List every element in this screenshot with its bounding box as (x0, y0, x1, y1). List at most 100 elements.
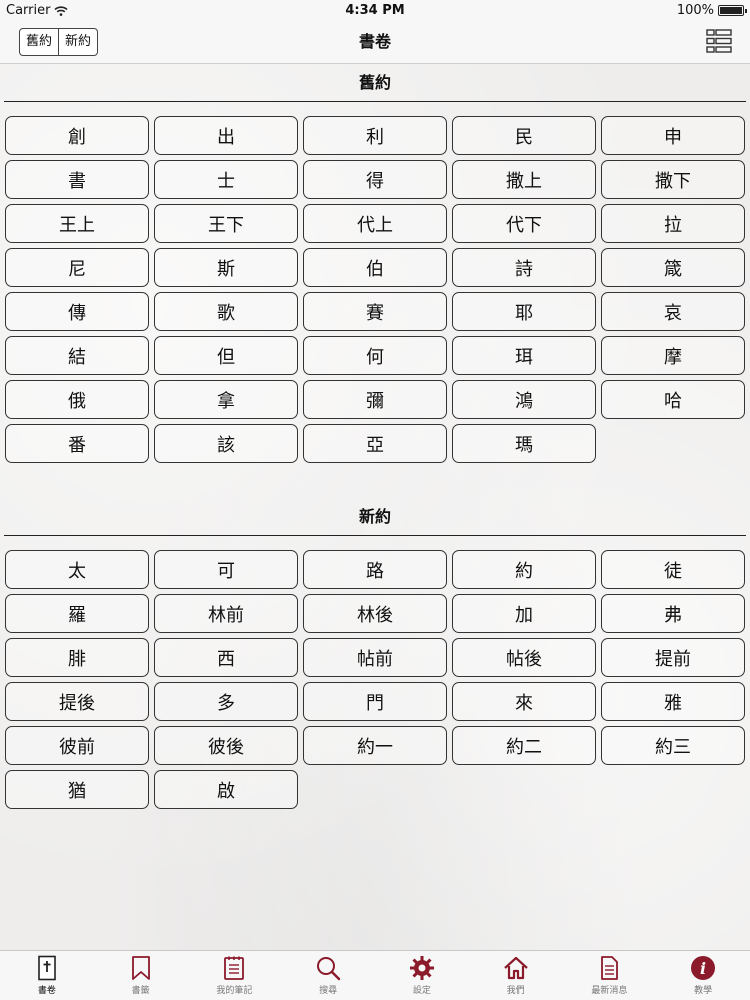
new-testament-book-button[interactable]: 提前 (601, 638, 745, 677)
old-testament-book-button[interactable]: 代下 (452, 204, 596, 243)
old-testament-book-button[interactable]: 彌 (303, 380, 447, 419)
new-testament-book-button[interactable]: 加 (452, 594, 596, 633)
old-testament-book-button[interactable]: 賽 (303, 292, 447, 331)
old-testament-book-button[interactable]: 詩 (452, 248, 596, 287)
old-testament-book-button[interactable]: 但 (154, 336, 298, 375)
old-testament-book-button[interactable]: 箴 (601, 248, 745, 287)
old-testament-book-button[interactable]: 斯 (154, 248, 298, 287)
tab-settings[interactable]: 設定 (375, 951, 469, 1000)
old-testament-book-button[interactable]: 珥 (452, 336, 596, 375)
old-testament-book-button[interactable]: 摩 (601, 336, 745, 375)
old-testament-book-button[interactable]: 申 (601, 116, 745, 155)
old-testament-book-button[interactable]: 士 (154, 160, 298, 199)
new-testament-book-button[interactable]: 腓 (5, 638, 149, 677)
old-testament-header: 舊約 (4, 64, 746, 102)
new-testament-book-button[interactable]: 啟 (154, 770, 298, 809)
old-testament-book-button[interactable]: 亞 (303, 424, 447, 463)
old-testament-book-button[interactable]: 鴻 (452, 380, 596, 419)
bible-book-icon (38, 955, 56, 981)
tab-tutorial[interactable]: i 教學 (656, 951, 750, 1000)
old-testament-book-button[interactable]: 歌 (154, 292, 298, 331)
tab-label-books: 書卷 (37, 986, 56, 996)
status-bar: Carrier 4:34 PM 100% (0, 0, 750, 22)
new-testament-book-button[interactable]: 路 (303, 550, 447, 589)
old-testament-book-button[interactable]: 瑪 (452, 424, 596, 463)
new-testament-book-button[interactable]: 徒 (601, 550, 745, 589)
old-testament-grid: 創出利民申書士得撒上 撒下王上 王下 代上 代下拉尼斯伯詩箴傳歌賽耶哀結但何珥摩俄拿彌鴻… (0, 102, 750, 463)
new-testament-book-button[interactable]: 約 (452, 550, 596, 589)
old-testament-book-button[interactable]: 書 (5, 160, 149, 199)
new-testament-book-button[interactable]: 提後 (5, 682, 149, 721)
tab-news[interactable]: 最新消息 (563, 951, 657, 1000)
old-testament-book-button[interactable]: 利 (303, 116, 447, 155)
new-testament-book-button[interactable]: 太 (5, 550, 149, 589)
old-testament-book-button[interactable]: 撒上 (452, 160, 596, 199)
new-testament-book-button[interactable]: 雅 (601, 682, 745, 721)
new-testament-section: 新約 太可路約徒羅林前 林後加弗腓西帖前 帖後 提前 提後多門來雅彼前 彼後 約一 約二 約三猶… (0, 498, 750, 809)
home-icon (503, 956, 528, 980)
new-testament-book-button[interactable]: 彼前 (5, 726, 149, 765)
new-testament-book-button[interactable]: 帖後 (452, 638, 596, 677)
old-testament-book-button[interactable]: 結 (5, 336, 149, 375)
book-list-content: 舊約 創出利民申書士得撒上 撒下王上 王下 代上 代下拉尼斯伯詩箴傳歌賽耶哀結但何珥摩俄… (0, 64, 750, 809)
tab-label-search: 搜尋 (319, 986, 338, 996)
old-testament-book-button[interactable]: 番 (5, 424, 149, 463)
new-testament-book-button[interactable]: 來 (452, 682, 596, 721)
new-testament-book-button[interactable]: 林前 (154, 594, 298, 633)
old-testament-section: 舊約 創出利民申書士得撒上 撒下王上 王下 代上 代下拉尼斯伯詩箴傳歌賽耶哀結但何珥摩俄… (0, 64, 750, 474)
info-icon: i (691, 956, 716, 980)
search-icon (317, 957, 341, 981)
new-testament-book-button[interactable]: 約二 (452, 726, 596, 765)
new-testament-book-button[interactable]: 彼後 (154, 726, 298, 765)
bookmark-icon (131, 956, 150, 980)
old-testament-book-button[interactable]: 伯 (303, 248, 447, 287)
old-testament-book-button[interactable]: 民 (452, 116, 596, 155)
list-view-icon[interactable] (706, 28, 732, 54)
new-testament-book-button[interactable]: 多 (154, 682, 298, 721)
old-testament-book-button[interactable]: 出 (154, 116, 298, 155)
new-testament-book-button[interactable]: 西 (154, 638, 298, 677)
old-testament-book-button[interactable]: 哈 (601, 380, 745, 419)
battery-icon (718, 5, 747, 16)
new-testament-book-button[interactable]: 羅 (5, 594, 149, 633)
old-testament-book-button[interactable]: 撒下 (601, 160, 745, 199)
old-testament-book-button[interactable]: 王下 (154, 204, 298, 243)
old-testament-book-button[interactable]: 該 (154, 424, 298, 463)
tab-search[interactable]: 搜尋 (281, 951, 375, 1000)
new-testament-book-button[interactable]: 弗 (601, 594, 745, 633)
page-title: 書卷 (358, 32, 391, 51)
status-time: 4:34 PM (345, 3, 405, 18)
old-testament-book-button[interactable]: 拉 (601, 204, 745, 243)
old-testament-book-button[interactable]: 王上 (5, 204, 149, 243)
gear-icon (409, 956, 434, 980)
tab-about-us[interactable]: 我們 (469, 951, 563, 1000)
tab-books[interactable]: 書卷 (0, 951, 94, 1000)
old-testament-book-button[interactable]: 俄 (5, 380, 149, 419)
old-testament-book-button[interactable]: 得 (303, 160, 447, 199)
new-testament-book-button[interactable]: 帖前 (303, 638, 447, 677)
new-testament-book-button[interactable]: 可 (154, 550, 298, 589)
new-testament-grid: 太可路約徒羅林前 林後加弗腓西帖前 帖後 提前提後多門來雅彼前 彼後 約一 約二 約三猶啟 (0, 536, 750, 809)
old-testament-book-button[interactable]: 拿 (154, 380, 298, 419)
new-testament-book-button[interactable]: 約三 (601, 726, 745, 765)
new-testament-book-button[interactable]: 門 (303, 682, 447, 721)
document-icon (601, 956, 619, 980)
new-testament-book-button[interactable]: 猶 (5, 770, 149, 809)
new-testament-book-button[interactable]: 林後 (303, 594, 447, 633)
tab-bookmarks[interactable]: 書籤 (94, 951, 188, 1000)
old-testament-book-button[interactable]: 耶 (452, 292, 596, 331)
tab-label-news: 最新消息 (591, 986, 628, 996)
tab-label-settings: 設定 (412, 986, 431, 996)
old-testament-book-button[interactable]: 哀 (601, 292, 745, 331)
new-testament-book-button[interactable]: 約一 (303, 726, 447, 765)
old-testament-book-button[interactable]: 創 (5, 116, 149, 155)
old-testament-book-button[interactable]: 尼 (5, 248, 149, 287)
old-testament-book-button[interactable]: 何 (303, 336, 447, 375)
old-testament-book-button[interactable]: 代上 (303, 204, 447, 243)
tab-bar: 書卷 書籤 我的筆記 搜尋 設定 我們 最新消息 i 教學 (0, 950, 750, 1000)
old-testament-book-button[interactable]: 傳 (5, 292, 149, 331)
tab-label-about-us: 我們 (506, 986, 525, 996)
tab-notes[interactable]: 我的筆記 (188, 951, 282, 1000)
battery-percent: 100% (676, 3, 714, 18)
tab-label-bookmarks: 書籤 (131, 986, 150, 996)
